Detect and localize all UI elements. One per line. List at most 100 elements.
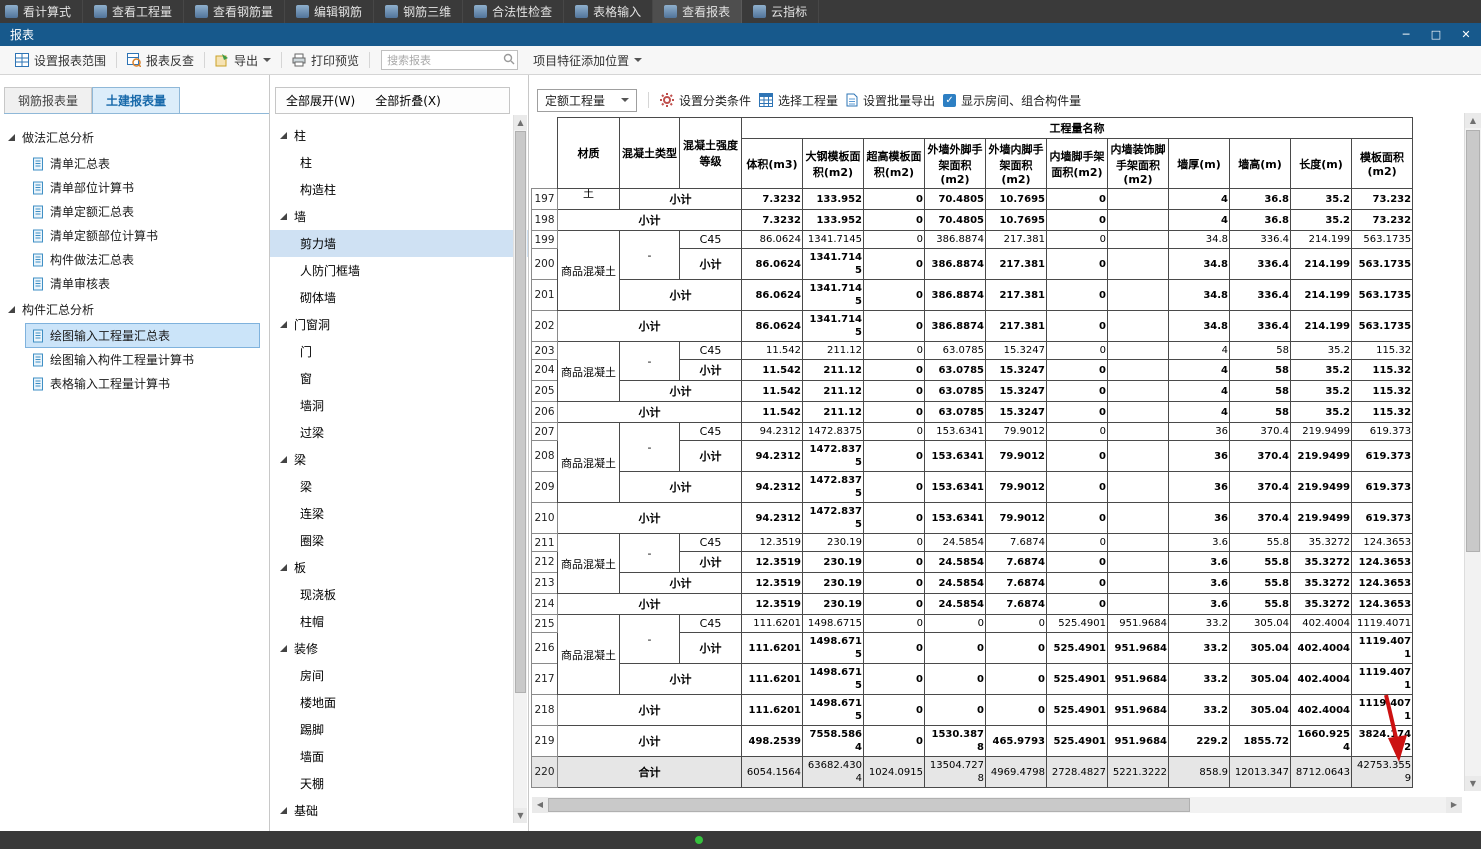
report-item-0-0[interactable]: 清单汇总表 — [26, 152, 259, 175]
batch-export-button[interactable]: 设置批量导出 — [846, 92, 935, 109]
label-cell: 商品混凝土 — [557, 614, 620, 695]
component-group-2[interactable]: 门窗洞 — [270, 311, 528, 338]
component-item-1-0[interactable]: 剪力墙 — [270, 230, 528, 257]
component-item-2-2[interactable]: 墙洞 — [270, 392, 528, 419]
table-horizontal-scrollbar[interactable]: ◀ ▶ — [532, 797, 1462, 813]
menu-item-2[interactable]: 查看钢筋量 — [184, 0, 286, 23]
component-item-4-1[interactable]: 柱帽 — [270, 608, 528, 635]
component-item-1-1[interactable]: 人防门框墙 — [270, 257, 528, 284]
tab-civil-reports[interactable]: 土建报表量 — [92, 87, 181, 113]
component-item-5-2[interactable]: 踢脚 — [270, 716, 528, 743]
component-item-2-3[interactable]: 过梁 — [270, 419, 528, 446]
value-cell: 13504.7278 — [924, 756, 986, 788]
table-row-202: 202 小计 86.0624 1341.7145 0 386.8874 217.381 0 34… — [531, 310, 1414, 342]
report-item-1-0[interactable]: 绘图输入工程量汇总表 — [25, 323, 260, 348]
scrollbar-track[interactable] — [514, 130, 527, 808]
report-section-1[interactable]: 构件汇总分析 — [0, 296, 269, 323]
report-item-0-4[interactable]: 构件做法汇总表 — [26, 248, 259, 271]
close-button[interactable]: ✕ — [1451, 23, 1481, 46]
collapse-all-button[interactable]: 全部折叠(X) — [365, 88, 451, 113]
table-vertical-scrollbar[interactable]: ▲ ▼ — [1464, 113, 1481, 791]
component-item-5-4[interactable]: 天棚 — [270, 770, 528, 797]
scroll-down-icon[interactable]: ▼ — [1465, 776, 1481, 791]
set-report-range-button[interactable]: 设置报表范围 — [8, 50, 113, 71]
value-cell: 1341.7145 — [802, 279, 864, 311]
component-item-2-1[interactable]: 窗 — [270, 365, 528, 392]
quantity-type-dropdown[interactable]: 定额工程量 — [537, 88, 638, 112]
value-cell: 86.0624 — [741, 279, 803, 311]
report-section-0[interactable]: 做法汇总分析 — [0, 124, 269, 151]
component-item-5-1[interactable]: 楼地面 — [270, 689, 528, 716]
menu-item-7[interactable]: 查看报表 — [653, 0, 743, 23]
scrollbar-thumb[interactable] — [515, 131, 526, 693]
component-item-6-0[interactable]: 基础梁 — [270, 824, 528, 826]
scroll-up-icon[interactable]: ▲ — [514, 115, 527, 130]
value-cell: 36 — [1168, 422, 1230, 441]
component-item-0-0[interactable]: 柱 — [270, 149, 528, 176]
component-group-4[interactable]: 板 — [270, 554, 528, 581]
component-tree-scrollbar[interactable]: ▲ ▼ — [513, 115, 527, 823]
select-quantities-button[interactable]: 选择工程量 — [759, 92, 838, 109]
report-item-0-1[interactable]: 清单部位计算书 — [26, 176, 259, 199]
component-group-1[interactable]: 墙 — [270, 203, 528, 230]
menu-item-5[interactable]: 合法性检查 — [463, 0, 565, 23]
value-cell: 336.4 — [1229, 279, 1291, 311]
report-item-1-2[interactable]: 表格输入工程量计算书 — [26, 372, 259, 395]
component-group-5[interactable]: 装修 — [270, 635, 528, 662]
scroll-right-icon[interactable]: ▶ — [1446, 797, 1462, 813]
scroll-left-icon[interactable]: ◀ — [532, 797, 548, 813]
menu-item-1[interactable]: 查看工程量 — [83, 0, 185, 23]
row-number: 206 — [531, 401, 558, 423]
component-item-5-3[interactable]: 墙面 — [270, 743, 528, 770]
menu-item-icon — [5, 5, 18, 18]
report-item-0-2[interactable]: 清单定额汇总表 — [26, 200, 259, 223]
component-item-2-0[interactable]: 门 — [270, 338, 528, 365]
expand-all-button[interactable]: 全部展开(W) — [276, 88, 365, 113]
show-room-toggle[interactable]: ✓ 显示房间、组合构件量 — [943, 92, 1081, 109]
maximize-button[interactable]: □ — [1421, 23, 1451, 46]
export-button[interactable]: 导出 — [208, 50, 278, 71]
report-back-check-button[interactable]: 报表反查 — [120, 50, 201, 71]
value-cell: 4 — [1168, 188, 1230, 210]
separator — [116, 52, 118, 68]
menu-item-3[interactable]: 编辑钢筋 — [285, 0, 375, 23]
value-cell: 79.9012 — [985, 422, 1047, 441]
component-item-1-2[interactable]: 砌体墙 — [270, 284, 528, 311]
component-item-4-0[interactable]: 现浇板 — [270, 581, 528, 608]
report-item-label: 清单定额汇总表 — [50, 205, 135, 219]
label-cell: 小计 — [619, 380, 742, 402]
scrollbar-thumb[interactable] — [548, 798, 1190, 812]
menu-item-4[interactable]: 钢筋三维 — [374, 0, 464, 23]
report-item-0-5[interactable]: 清单审核表 — [26, 272, 259, 295]
feature-position-dropdown[interactable]: 项目特征添加位置 — [526, 50, 649, 71]
set-classification-button[interactable]: 设置分类条件 — [660, 92, 751, 109]
print-preview-button[interactable]: 打印预览 — [285, 50, 366, 71]
report-item-1-1[interactable]: 绘图输入构件工程量计算书 — [26, 348, 259, 371]
separator — [648, 92, 650, 108]
report-item-0-3[interactable]: 清单定额部位计算书 — [26, 224, 259, 247]
component-item-3-0[interactable]: 梁 — [270, 473, 528, 500]
component-item-5-0[interactable]: 房间 — [270, 662, 528, 689]
component-item-3-2[interactable]: 圈梁 — [270, 527, 528, 554]
component-group-6[interactable]: 基础 — [270, 797, 528, 824]
scrollbar-track[interactable] — [548, 797, 1446, 813]
report-search-input[interactable] — [381, 50, 519, 70]
tab-rebar-reports[interactable]: 钢筋报表量 — [4, 87, 93, 113]
scrollbar-thumb[interactable] — [1466, 130, 1480, 552]
component-group-0[interactable]: 柱 — [270, 122, 528, 149]
scroll-up-icon[interactable]: ▲ — [1465, 113, 1481, 128]
menu-item-6[interactable]: 表格输入 — [564, 0, 654, 23]
menu-item-8[interactable]: 云指标 — [742, 0, 820, 23]
value-cell: 55.8 — [1229, 533, 1291, 552]
component-group-3[interactable]: 梁 — [270, 446, 528, 473]
value-cell: 111.6201 — [741, 632, 803, 664]
minimize-button[interactable]: ─ — [1391, 23, 1421, 46]
scroll-down-icon[interactable]: ▼ — [514, 808, 527, 823]
scrollbar-track[interactable] — [1465, 128, 1481, 776]
value-cell: 229.2 — [1168, 725, 1230, 757]
menu-item-0[interactable]: 看计算式 — [0, 0, 84, 23]
component-item-0-1[interactable]: 构造柱 — [270, 176, 528, 203]
checkbox-checked-icon[interactable]: ✓ — [943, 93, 957, 107]
component-item-3-1[interactable]: 连梁 — [270, 500, 528, 527]
menu-item-icon — [575, 5, 589, 18]
